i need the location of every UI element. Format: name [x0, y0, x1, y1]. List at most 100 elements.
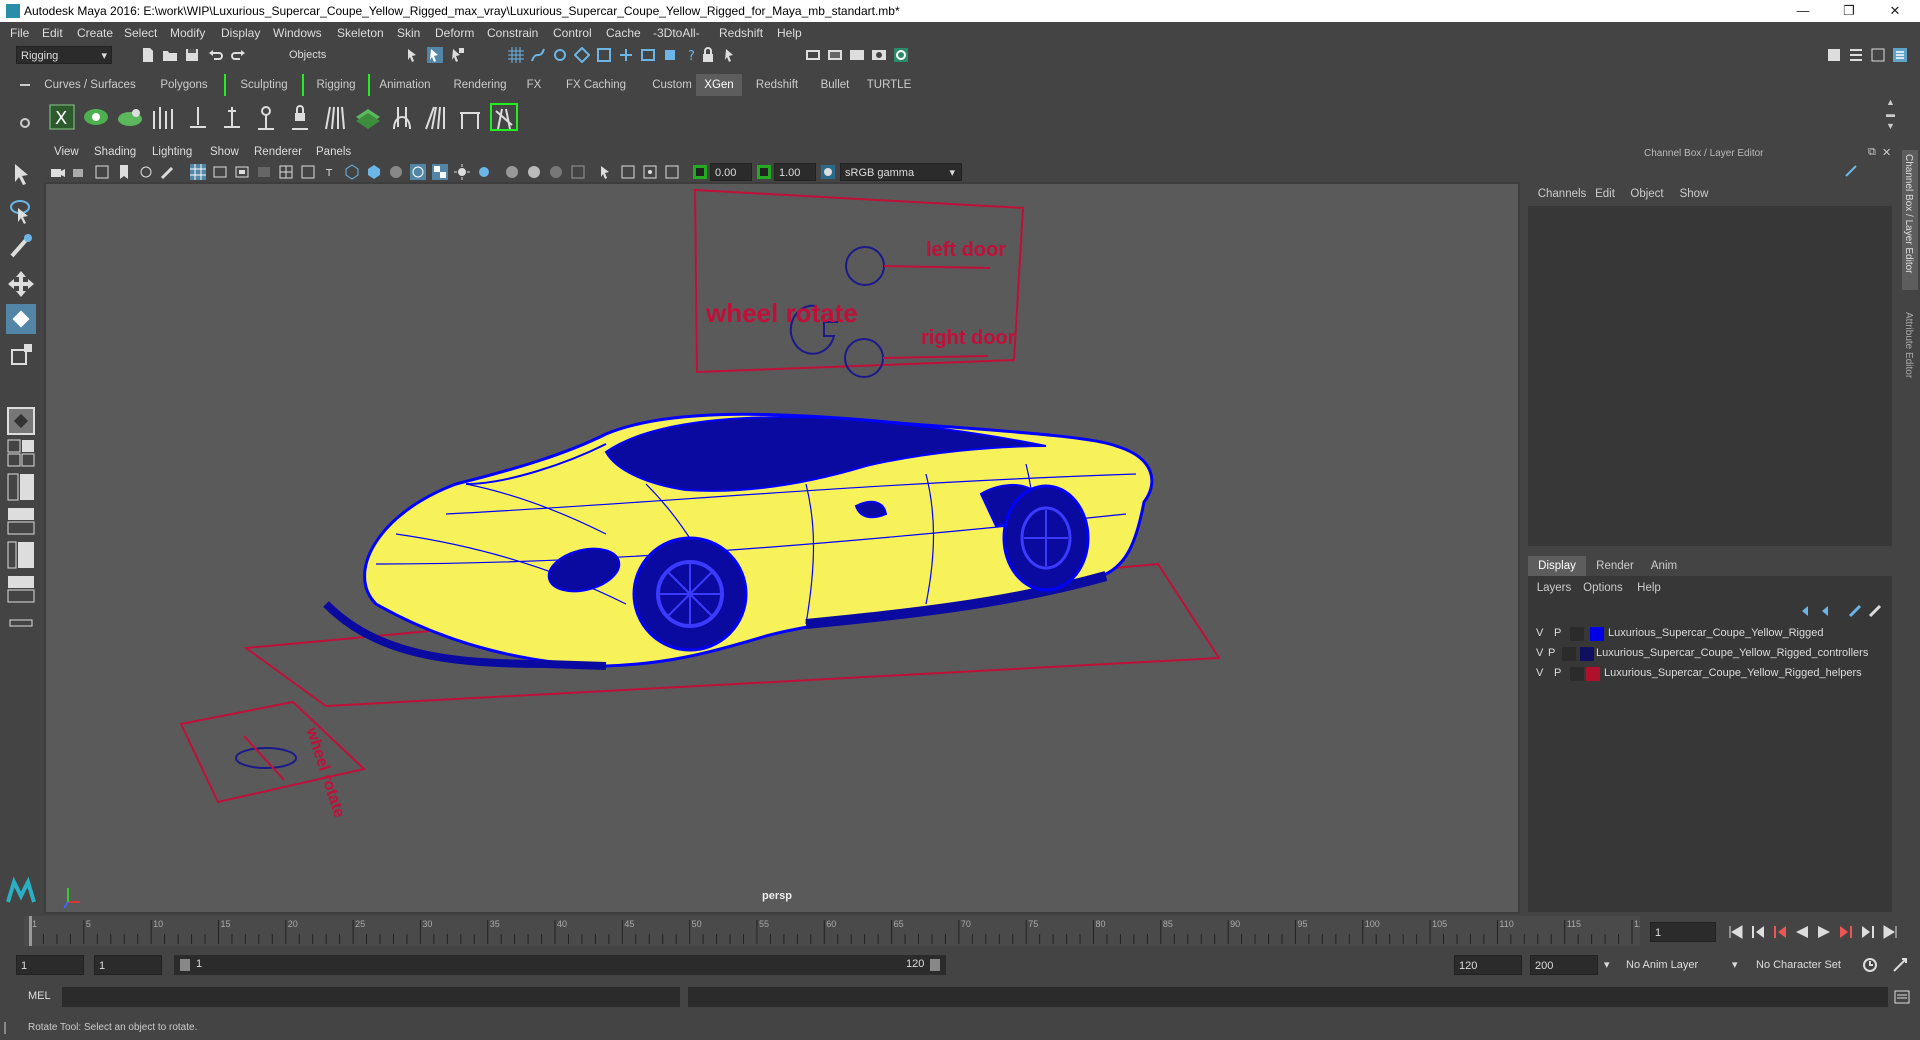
camera-bookmark-icon[interactable]	[72, 164, 88, 180]
layer-visibility-toggle[interactable]: V	[1536, 667, 1543, 679]
menu-skin[interactable]: Skin	[397, 26, 420, 40]
menu-control[interactable]: Control	[553, 26, 592, 40]
shelf-settings-icon[interactable]	[18, 116, 32, 130]
playback-end-field[interactable]: 120	[1454, 955, 1522, 975]
command-language-label[interactable]: MEL	[28, 990, 51, 1002]
right-door-controller[interactable]	[844, 338, 884, 378]
tab-redshift[interactable]: Redshift	[746, 74, 808, 96]
new-layer-icon[interactable]	[1848, 604, 1862, 618]
pan-zoom-icon[interactable]	[138, 164, 154, 180]
menu-cb-edit[interactable]: Edit	[1590, 184, 1620, 204]
tab-custom[interactable]: Custom	[642, 74, 702, 96]
color-management-icon[interactable]	[820, 164, 836, 180]
modeling-toolkit-icon[interactable]	[1826, 47, 1842, 63]
tab-curves-surfaces[interactable]: Curves / Surfaces	[40, 74, 140, 96]
menu-layer-help[interactable]: Help	[1632, 578, 1666, 598]
smooth-shade-icon[interactable]	[366, 164, 382, 180]
menu-skeleton[interactable]: Skeleton	[337, 26, 384, 40]
hypershade-icon[interactable]	[871, 47, 887, 63]
step-back-frame-icon[interactable]	[1772, 925, 1788, 939]
menu-show[interactable]: Show	[1674, 184, 1714, 204]
menu-deform[interactable]: Deform	[435, 26, 474, 40]
viewport-3d-view[interactable]: left door right door wheel rotate wheel …	[46, 184, 1518, 912]
animation-start-field[interactable]: 1	[16, 955, 84, 975]
tab-rigging[interactable]: Rigging	[302, 74, 370, 96]
resolution-gate-icon[interactable]	[234, 164, 250, 180]
layer-visibility-toggle[interactable]: V	[1536, 647, 1543, 659]
layer-playback-toggle[interactable]: P	[1554, 667, 1561, 679]
xgen-density-icon[interactable]	[354, 103, 382, 131]
mode-dropdown[interactable]: Rigging ▾	[16, 46, 112, 64]
maximize-button[interactable]: ❐	[1826, 2, 1872, 20]
new-layer-from-selection-icon[interactable]	[1868, 604, 1882, 618]
snap-curve-icon[interactable]	[530, 47, 546, 63]
play-forward-icon[interactable]	[1816, 925, 1832, 939]
range-slider[interactable]: 1 120	[174, 955, 946, 975]
film-gate-icon[interactable]	[212, 164, 228, 180]
tab-sculpting[interactable]: Sculpting	[224, 74, 302, 96]
image-plane-icon[interactable]	[94, 164, 110, 180]
persp-uv-layout-icon[interactable]	[6, 574, 36, 604]
close-button[interactable]: ✕	[1872, 2, 1918, 20]
xgen-move-guide-icon[interactable]	[218, 103, 246, 131]
channel-box-keying-icon[interactable]	[1844, 164, 1858, 178]
vp-menu-shading[interactable]: Shading	[94, 146, 136, 158]
selection-mask-dropdown[interactable]: Objects	[285, 46, 375, 64]
layer-color-swatch[interactable]	[1586, 667, 1600, 681]
new-scene-icon[interactable]	[140, 47, 156, 63]
single-perspective-layout-icon[interactable]	[6, 406, 36, 436]
input-output-icon[interactable]	[662, 47, 678, 63]
xgen-editor-icon[interactable]: X	[48, 103, 76, 131]
animation-end-field[interactable]: 200	[1530, 955, 1598, 975]
menu-file[interactable]: File	[10, 26, 29, 40]
play-backward-icon[interactable]	[1794, 925, 1810, 939]
xgen-cut-icon[interactable]	[456, 103, 484, 131]
shelf-menu-icon[interactable]	[14, 76, 34, 94]
select-lasso-icon[interactable]	[722, 47, 738, 63]
menu-constrain[interactable]: Constrain	[487, 26, 538, 40]
xray-components-icon[interactable]	[664, 164, 680, 180]
render-settings-icon[interactable]	[849, 47, 865, 63]
go-to-start-icon[interactable]	[1728, 925, 1744, 939]
select-tool-icon[interactable]	[6, 160, 36, 190]
screen-space-ao-icon[interactable]	[504, 164, 520, 180]
minimize-button[interactable]: —	[1780, 2, 1826, 20]
menu-layers[interactable]: Layers	[1534, 578, 1574, 598]
time-slider[interactable]: 1 5 10 15 20 25 30 35 40 45 50 55 60 65 70 75 80 85 90 95 10…	[24, 916, 1649, 946]
layer-type-toggle[interactable]	[1570, 667, 1584, 681]
tab-anim[interactable]: Anim	[1642, 556, 1686, 576]
xgen-create-description-icon[interactable]	[116, 103, 144, 131]
left-door-controller[interactable]	[845, 246, 885, 286]
safe-action-icon[interactable]	[300, 164, 316, 180]
command-input[interactable]	[62, 987, 680, 1007]
auto-key-icon[interactable]	[1862, 957, 1878, 973]
menu-edit[interactable]: Edit	[42, 26, 63, 40]
tab-bullet[interactable]: Bullet	[812, 74, 858, 96]
gamma-icon[interactable]	[756, 164, 772, 180]
exposure-field[interactable]: 0.00	[710, 163, 752, 181]
layer-row[interactable]: V P Luxurious_Supercar_Coupe_Yellow_Rigg…	[1528, 624, 1892, 644]
select-by-object-icon[interactable]	[427, 47, 443, 63]
current-time-indicator[interactable]	[29, 916, 32, 946]
menu-cache[interactable]: Cache	[606, 26, 641, 40]
menu-windows[interactable]: Windows	[273, 26, 322, 40]
menu-help[interactable]: Help	[777, 26, 802, 40]
tab-rendering[interactable]: Rendering	[444, 74, 516, 96]
tab-animation[interactable]: Animation	[370, 74, 440, 96]
redo-icon[interactable]	[230, 47, 246, 63]
xgen-preview-icon[interactable]	[82, 103, 110, 131]
step-back-key-icon[interactable]	[1750, 925, 1766, 939]
wireframe-icon[interactable]	[344, 164, 360, 180]
persp-graph-layout-icon[interactable]	[6, 506, 36, 536]
query-icon[interactable]: ?	[684, 47, 700, 63]
vp-menu-panels[interactable]: Panels	[316, 146, 351, 158]
side-tab-attribute-editor[interactable]: Attribute Editor	[1902, 308, 1918, 398]
animation-preferences-icon[interactable]	[1892, 957, 1908, 973]
script-editor-icon[interactable]	[1894, 989, 1910, 1005]
move-layer-up-icon[interactable]	[1800, 604, 1814, 618]
layer-playback-toggle[interactable]: P	[1548, 647, 1555, 659]
select-by-component-icon[interactable]	[449, 47, 465, 63]
layer-color-swatch[interactable]	[1580, 647, 1594, 661]
layer-type-toggle[interactable]	[1570, 627, 1584, 641]
xgen-lock-guide-icon[interactable]	[286, 103, 314, 131]
